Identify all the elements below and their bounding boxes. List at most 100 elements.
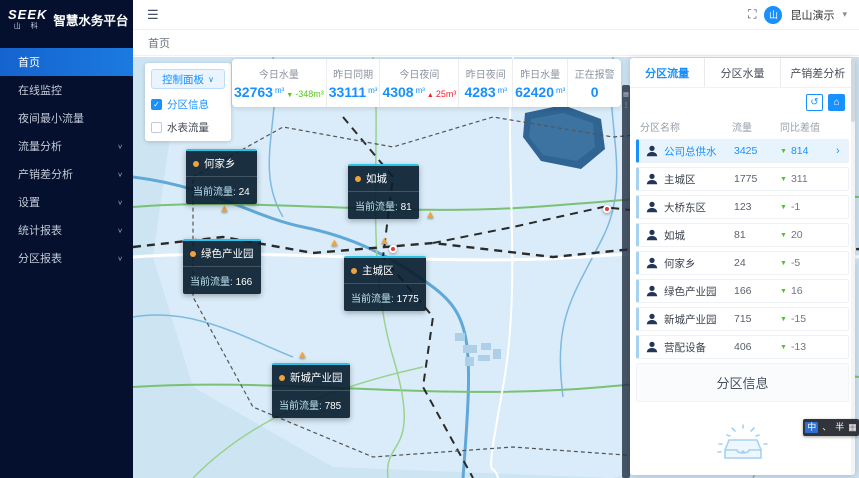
stat-value: 62420 — [515, 84, 554, 100]
table-row[interactable]: 如城 81 ▼ 20 — [636, 223, 849, 247]
map-marker-icon[interactable]: ▲ — [379, 235, 390, 247]
sidebar-item[interactable]: 统计报表 ∨ — [0, 216, 133, 244]
zone-flow: 123 — [734, 201, 780, 213]
map-callout[interactable]: 主城区 当前流量: 1775 — [344, 256, 426, 311]
table-row[interactable]: 公司总供水 3425 ▼ 814 › — [636, 139, 849, 163]
table-row[interactable]: 绿色产业园 166 ▼ 16 — [636, 279, 849, 303]
map-marker-icon[interactable]: ▲ — [425, 209, 436, 221]
metric-label: 当前流量: — [190, 277, 233, 288]
map-callout[interactable]: 如城 当前流量: 81 — [348, 164, 419, 219]
home-button[interactable]: ⌂ — [828, 94, 845, 111]
collapse-sidebar-icon[interactable]: ☰ — [147, 7, 159, 23]
ime-lang-button[interactable]: 中 — [805, 422, 818, 433]
table-row[interactable]: 主城区 1775 ▼ 311 — [636, 167, 849, 191]
layers-icon: ▤ — [623, 91, 629, 98]
inbox-icon — [717, 424, 769, 464]
panel-tab[interactable]: 产销差分析 — [780, 58, 855, 87]
avatar[interactable]: 山 — [764, 6, 782, 24]
zone-diff: -15 — [791, 313, 806, 325]
stat-label: 正在报警 — [575, 66, 615, 81]
sidebar-item[interactable]: 在线监控 — [0, 76, 133, 104]
ime-keyboard-icon[interactable]: ▦ — [848, 423, 857, 432]
user-name[interactable]: 昆山演示 — [790, 7, 834, 23]
panel-scrollbar[interactable] — [851, 58, 855, 475]
ime-toolbar[interactable]: 中 、 半 ▦ — [803, 419, 859, 436]
zone-diff: -5 — [791, 257, 800, 269]
stat-label: 昨日夜间 — [466, 66, 506, 81]
stat-delta: -348m³ — [295, 89, 324, 99]
table-row[interactable]: 大桥东区 123 ▼ -1 — [636, 195, 849, 219]
stat-delta: 25m³ — [436, 89, 457, 99]
stat-label: 今日水量 — [259, 66, 299, 81]
drag-dots-icon: ⋮ — [623, 102, 629, 109]
app-logo: SEEK 山 科 智慧水务平台 — [0, 0, 133, 40]
control-panel-button[interactable]: 控制面板 ∨ — [151, 69, 225, 89]
app-title: 智慧水务平台 — [53, 10, 128, 29]
map-marker-icon[interactable]: ▲ — [329, 237, 340, 249]
undo-button[interactable]: ↺ — [806, 94, 823, 111]
map-callout[interactable]: 绿色产业园 当前流量: 166 — [183, 239, 261, 294]
sidebar-nav: 首页 在线监控 夜间最小流量 流量分析 ∨ — [0, 48, 133, 272]
stat-value: 4283 — [464, 84, 495, 100]
chevron-down-icon: ∨ — [117, 142, 123, 149]
checkbox-zone-info[interactable]: 分区信息 — [151, 97, 225, 112]
tab-label: 分区流量 — [645, 65, 689, 81]
breadcrumb[interactable]: 首页 — [133, 30, 859, 56]
metric-value: 81 — [401, 202, 412, 213]
stat-unit: m³ — [275, 86, 284, 95]
scrollbar-thumb[interactable] — [851, 58, 855, 122]
sidebar-item[interactable]: 产销差分析 ∨ — [0, 160, 133, 188]
arrow-down-icon: ▼ — [780, 288, 787, 295]
ime-width-button[interactable]: 半 — [835, 423, 844, 432]
sidebar-item[interactable]: 分区报表 ∨ — [0, 244, 133, 272]
chevron-down-icon: ∨ — [117, 226, 123, 233]
zone-flow: 81 — [734, 229, 780, 241]
sidebar-item-label: 首页 — [18, 54, 40, 70]
dot-icon — [351, 268, 357, 274]
arrow-down-icon: ▼ — [780, 232, 787, 239]
zone-user-icon — [645, 256, 659, 270]
stat-label: 昨日水量 — [520, 66, 560, 81]
panel-tab[interactable]: 分区流量 — [630, 58, 704, 87]
zone-user-icon — [645, 312, 659, 326]
map-pin-icon[interactable] — [603, 205, 611, 213]
zone-diff: 311 — [791, 173, 808, 185]
metric-value: 24 — [239, 187, 250, 198]
column-header-name: 分区名称 — [640, 119, 732, 134]
checkbox-meter-flow[interactable]: 水表流量 — [151, 120, 225, 135]
map-pin-icon[interactable] — [389, 245, 397, 253]
arrow-down-icon: ▼ — [780, 260, 787, 267]
fullscreen-icon[interactable]: ⛶ — [748, 7, 756, 22]
sidebar-item[interactable]: 夜间最小流量 — [0, 104, 133, 132]
empty-state: 点击分区查看属性 — [630, 402, 855, 475]
chevron-down-icon: ∨ — [117, 198, 123, 205]
layer-drawer-handle[interactable]: ▤ ⋮ — [622, 85, 630, 478]
arrow-down-icon: ▼ — [780, 204, 787, 211]
zone-user-icon — [645, 172, 659, 186]
panel-tab[interactable]: 分区水量 — [704, 58, 779, 87]
sidebar-item[interactable]: 流量分析 ∨ — [0, 132, 133, 160]
table-row[interactable]: 何家乡 24 ▼ -5 — [636, 251, 849, 275]
ime-punct-button[interactable]: 、 — [822, 423, 831, 432]
stat-card: 昨日水量 62420m³ — [513, 59, 568, 107]
sidebar-item-label: 分区报表 — [18, 250, 62, 266]
map-marker-icon[interactable]: ▲ — [297, 349, 308, 361]
stat-value: 32763 — [234, 84, 273, 100]
sidebar: SEEK 山 科 智慧水务平台 首页 在线监控 夜间最小流量 — [0, 0, 133, 478]
zone-flow: 24 — [734, 257, 780, 269]
top-bar: ☰ ⛶ 山 昆山演示 ▾ — [133, 0, 859, 30]
metric-label: 当前流量: — [279, 401, 322, 412]
checkbox-label: 分区信息 — [167, 97, 209, 112]
sidebar-item[interactable]: 首页 — [0, 48, 133, 76]
chevron-down-icon: ∨ — [117, 254, 123, 261]
table-row[interactable]: 新城产业园 715 ▼ -15 — [636, 307, 849, 331]
sidebar-item[interactable]: 设置 ∨ — [0, 188, 133, 216]
map-callout[interactable]: 新城产业园 当前流量: 785 — [272, 363, 350, 418]
map-marker-icon[interactable]: ▲ — [219, 203, 230, 215]
table-row[interactable]: 营配设备 406 ▼ -13 — [636, 335, 849, 359]
zone-name: 何家乡 — [204, 156, 236, 171]
zone-name: 何家乡 — [664, 256, 734, 271]
stat-card: 昨日同期 33111m³ — [327, 59, 381, 107]
panel-toolbar: ↺ ⌂ — [630, 88, 855, 115]
map-callout[interactable]: 何家乡 当前流量: 24 — [186, 149, 257, 204]
